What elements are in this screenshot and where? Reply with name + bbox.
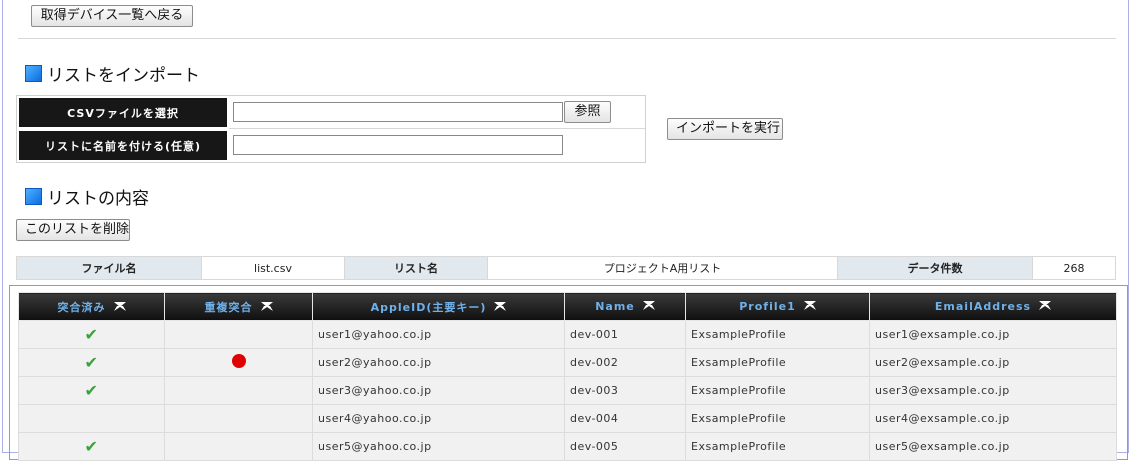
duplicate-cell bbox=[164, 320, 313, 349]
duplicate-cell bbox=[164, 376, 313, 405]
apple-id-cell: user5@yahoo.co.jp bbox=[312, 432, 565, 461]
column-label: 突合済み bbox=[57, 300, 106, 314]
sort-arrows-icon[interactable] bbox=[642, 300, 655, 313]
column-label: Profile1 bbox=[739, 299, 796, 313]
matched-cell: ✔ bbox=[18, 348, 165, 377]
apple-id-cell: user2@yahoo.co.jp bbox=[312, 348, 565, 377]
check-icon: ✔ bbox=[84, 325, 99, 344]
delete-list-button[interactable]: このリストを削除 bbox=[16, 219, 130, 241]
import-section-title-text: リストをインポート bbox=[47, 66, 200, 86]
column-header-matched[interactable]: 突合済み bbox=[18, 292, 165, 321]
csv-row: CSVファイルを選択 参照 bbox=[17, 96, 645, 128]
data-count-label: データ件数 bbox=[838, 257, 1033, 279]
table-header-row: 突合済み 重複突合 AppleID(主要キー) Name Profile1 Em… bbox=[18, 292, 1117, 321]
data-count-value: 268 bbox=[1063, 261, 1085, 275]
column-header-name[interactable]: Name bbox=[564, 292, 686, 321]
check-icon: ✔ bbox=[84, 353, 99, 372]
table-row[interactable]: ✔ user1@yahoo.co.jp dev-001 ExsampleProfile… bbox=[18, 320, 1117, 349]
list-name-label: リストに名前を付ける(任意) bbox=[19, 131, 227, 160]
table-row[interactable]: user4@yahoo.co.jp dev-004 ExsampleProfile u… bbox=[18, 404, 1117, 433]
column-label: 重複突合 bbox=[204, 300, 253, 314]
duplicate-cell bbox=[164, 404, 313, 433]
matched-cell: ✔ bbox=[18, 376, 165, 405]
sort-arrows-icon[interactable] bbox=[803, 300, 816, 313]
back-to-device-list-button[interactable]: 取得デバイス一覧へ戻る bbox=[31, 5, 193, 27]
name-cell: dev-004 bbox=[564, 404, 686, 433]
duplicate-cell bbox=[164, 432, 313, 461]
column-label: AppleID(主要キー) bbox=[370, 300, 487, 314]
name-cell: dev-001 bbox=[564, 320, 686, 349]
sort-arrows-icon[interactable] bbox=[260, 301, 273, 314]
file-name-label: ファイル名 bbox=[17, 257, 202, 279]
table-row[interactable]: ✔ user5@yahoo.co.jp dev-005 ExsampleProfile… bbox=[18, 432, 1117, 461]
matched-cell: ✔ bbox=[18, 432, 165, 461]
apple-id-cell: user1@yahoo.co.jp bbox=[312, 320, 565, 349]
profile-cell: ExsampleProfile bbox=[685, 376, 870, 405]
sort-arrows-icon[interactable] bbox=[1039, 300, 1052, 313]
list-info-table: ファイル名 list.csv リスト名 プロジェクトA用リスト データ件数 26… bbox=[16, 256, 1116, 280]
profile-cell: ExsampleProfile bbox=[685, 348, 870, 377]
table-row[interactable]: ✔ user3@yahoo.co.jp dev-003 ExsampleProfile… bbox=[18, 376, 1117, 405]
red-dot-icon bbox=[231, 354, 246, 368]
profile-cell: ExsampleProfile bbox=[685, 320, 870, 349]
execute-import-button[interactable]: インポートを実行 bbox=[667, 118, 783, 140]
check-icon: ✔ bbox=[84, 381, 99, 400]
apple-id-cell: user3@yahoo.co.jp bbox=[312, 376, 565, 405]
sort-arrows-icon[interactable] bbox=[113, 301, 126, 314]
csv-label: CSVファイルを選択 bbox=[19, 98, 227, 127]
square-icon bbox=[25, 65, 42, 82]
profile-cell: ExsampleProfile bbox=[685, 432, 870, 461]
list-name-field[interactable] bbox=[233, 135, 563, 155]
email-cell: user4@exsample.co.jp bbox=[869, 404, 1117, 433]
divider bbox=[18, 38, 1116, 39]
device-table: 突合済み 重複突合 AppleID(主要キー) Name Profile1 Em… bbox=[18, 292, 1117, 461]
list-name-value: プロジェクトA用リスト bbox=[488, 257, 838, 279]
csv-file-field[interactable] bbox=[233, 102, 563, 122]
email-cell: user3@exsample.co.jp bbox=[869, 376, 1117, 405]
browse-button[interactable]: 参照 bbox=[564, 101, 611, 123]
email-cell: user2@exsample.co.jp bbox=[869, 348, 1117, 377]
name-cell: dev-002 bbox=[564, 348, 686, 377]
list-name-info-label: リスト名 bbox=[345, 257, 488, 279]
content-section-title: リストの内容 bbox=[25, 184, 149, 209]
profile-cell: ExsampleProfile bbox=[685, 404, 870, 433]
import-form: CSVファイルを選択 参照 リストに名前を付ける(任意) bbox=[16, 95, 646, 163]
check-icon: ✔ bbox=[84, 437, 99, 456]
name-row: リストに名前を付ける(任意) bbox=[17, 129, 645, 161]
column-header-apple-id[interactable]: AppleID(主要キー) bbox=[312, 292, 565, 321]
table-row[interactable]: ✔ user2@yahoo.co.jp dev-002 ExsampleProfile… bbox=[18, 348, 1117, 377]
square-icon bbox=[25, 188, 42, 205]
file-name-value: list.csv bbox=[202, 257, 345, 279]
sort-arrows-icon[interactable] bbox=[494, 301, 507, 314]
column-label: Name bbox=[595, 299, 635, 313]
duplicate-cell bbox=[164, 348, 313, 377]
matched-cell: ✔ bbox=[18, 320, 165, 349]
column-header-duplicate[interactable]: 重複突合 bbox=[164, 292, 313, 321]
column-header-email[interactable]: EmailAddress bbox=[869, 292, 1117, 321]
matched-cell bbox=[18, 404, 165, 433]
name-cell: dev-003 bbox=[564, 376, 686, 405]
column-label: EmailAddress bbox=[934, 299, 1032, 313]
apple-id-cell: user4@yahoo.co.jp bbox=[312, 404, 565, 433]
column-header-profile[interactable]: Profile1 bbox=[685, 292, 870, 321]
import-section-title: リストをインポート bbox=[25, 61, 200, 86]
list-content-grid: 突合済み 重複突合 AppleID(主要キー) Name Profile1 Em… bbox=[9, 285, 1128, 461]
email-cell: user5@exsample.co.jp bbox=[869, 432, 1117, 461]
name-cell: dev-005 bbox=[564, 432, 686, 461]
content-section-title-text: リストの内容 bbox=[47, 189, 149, 209]
email-cell: user1@exsample.co.jp bbox=[869, 320, 1117, 349]
